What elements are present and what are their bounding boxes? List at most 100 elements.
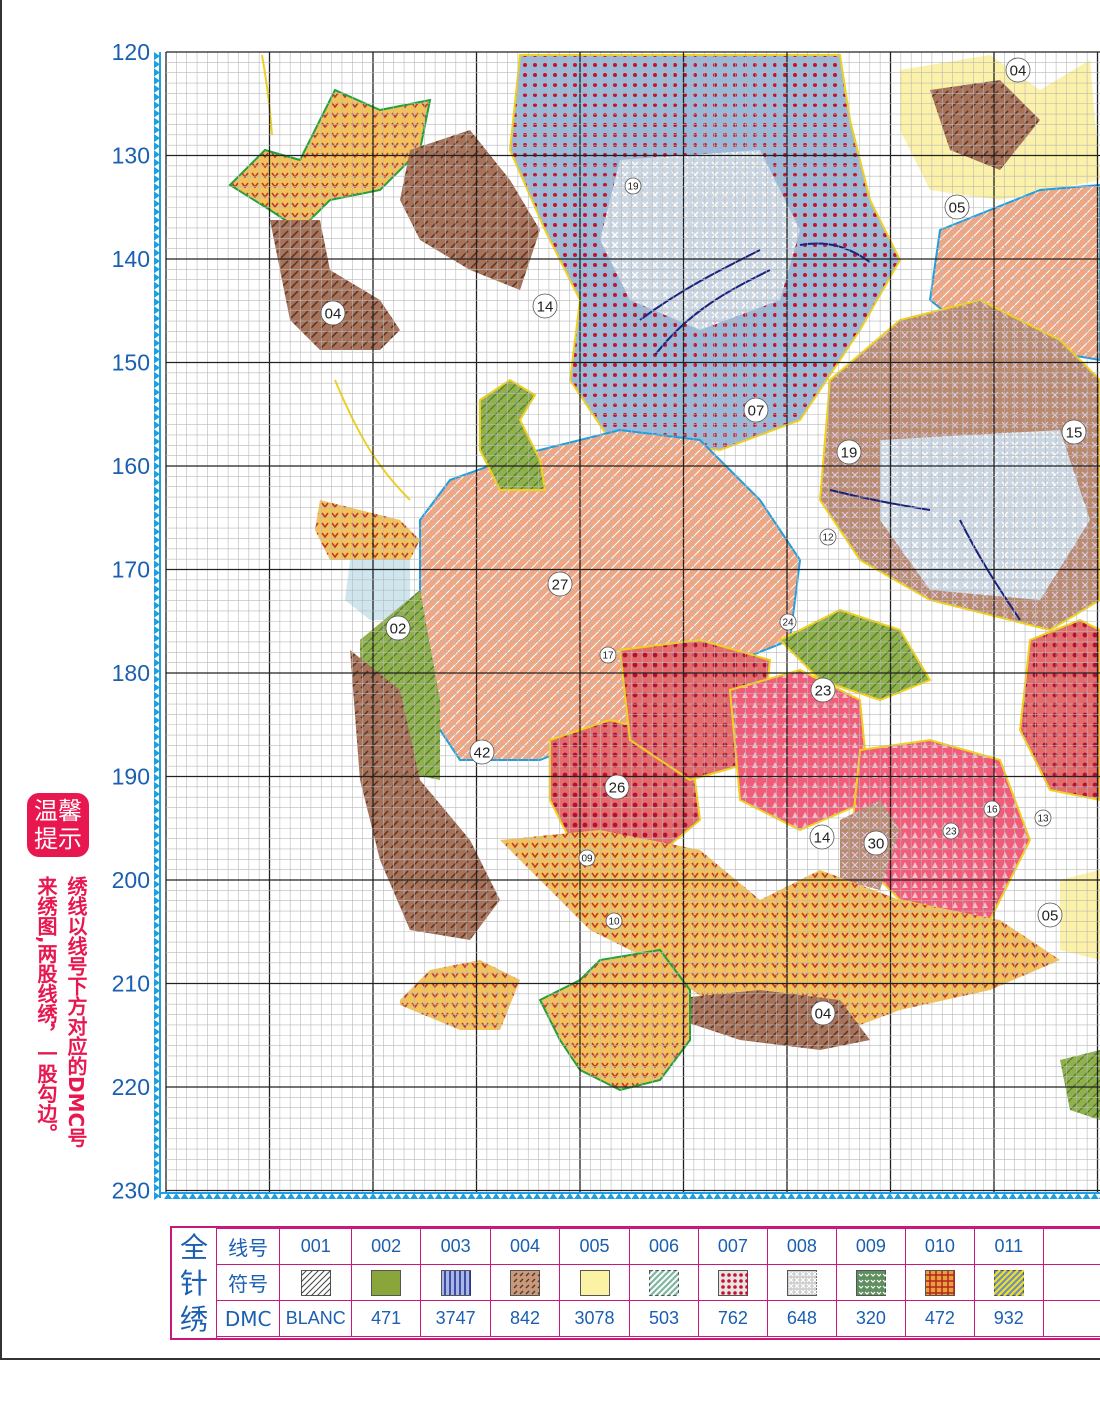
dmc-code: 3747 <box>420 1300 492 1337</box>
thread-number: 009 <box>835 1228 906 1265</box>
thread-symbol <box>420 1264 492 1301</box>
region-number: 05 <box>949 200 966 217</box>
thread-symbol <box>279 1264 353 1301</box>
row-axis-label: 190 <box>112 764 150 790</box>
yellow-hatch-icon <box>993 1269 1024 1296</box>
row-axis-label: 150 <box>112 350 150 376</box>
tip-line-1: 绣线以线号下方对应的DMC号 <box>64 876 88 1148</box>
green-hatch-icon <box>648 1269 679 1296</box>
row-axis-label: 220 <box>112 1074 150 1100</box>
region-number: 24 <box>782 618 794 629</box>
region-number: 42 <box>474 745 491 762</box>
red-dots-icon <box>717 1269 748 1296</box>
dmc-code: 3078 <box>559 1300 630 1337</box>
row-head-symbol: 符号 <box>215 1264 281 1301</box>
yellow-curve-top <box>261 54 273 136</box>
tip-badge: 温馨提示 <box>27 793 89 857</box>
region-number: 13 <box>1037 814 1049 825</box>
region-number: 16 <box>986 805 998 816</box>
dmc-code: 471 <box>351 1300 422 1337</box>
thread-symbol <box>490 1264 561 1301</box>
leaf-bottom-right <box>1060 1050 1100 1120</box>
region-number: 26 <box>609 780 626 797</box>
thread-number: 006 <box>628 1228 699 1265</box>
tip-line-2: 来绣图,两股线绣，一股勾边。 <box>34 876 58 1144</box>
thread-number: 003 <box>420 1228 492 1265</box>
symbol-cut <box>1042 1264 1100 1301</box>
thread-symbol <box>559 1264 630 1301</box>
thread-number: 008 <box>766 1228 837 1265</box>
legend-table: 线号 001 002 003 004 005 006 007 008 009 0… <box>215 1228 1100 1337</box>
dmc-code-cut <box>1042 1300 1100 1337</box>
branch-brown-left <box>270 220 400 350</box>
row-axis-labels: 120 130 140 150 160 170 180 190 200 210 220 230 <box>112 39 150 1204</box>
thread-number: 007 <box>697 1228 768 1265</box>
region-number: 09 <box>581 854 593 865</box>
legend-row-symbol: 符号 <box>215 1264 1100 1301</box>
chevron-pattern-icon <box>855 1269 886 1296</box>
region-number: 15 <box>1066 425 1083 442</box>
row-axis-label: 140 <box>112 246 150 272</box>
region-number: 04 <box>325 306 342 323</box>
thread-number: 001 <box>279 1228 353 1265</box>
thread-number: 005 <box>559 1228 630 1265</box>
thread-number: 010 <box>904 1228 975 1265</box>
row-head-dmc: DMC <box>215 1300 281 1337</box>
region-number: 04 <box>1010 63 1027 80</box>
dmc-code: 320 <box>835 1300 906 1337</box>
dmc-code: 472 <box>904 1300 975 1337</box>
thread-number: 004 <box>490 1228 561 1265</box>
solid-square-icon <box>579 1269 610 1296</box>
row-axis-label: 180 <box>112 660 150 686</box>
region-number: 30 <box>868 836 885 853</box>
region-number: 19 <box>627 182 639 193</box>
region-number: 17 <box>602 651 614 662</box>
region-number: 23 <box>945 827 957 838</box>
cross-pattern-icon <box>786 1269 817 1296</box>
region-number: 04 <box>815 1006 832 1023</box>
dmc-code: 762 <box>697 1300 768 1337</box>
thread-symbol <box>973 1264 1044 1301</box>
row-axis-label: 160 <box>112 453 150 479</box>
region-number: 23 <box>815 683 832 700</box>
row-axis-label: 210 <box>112 971 150 997</box>
pattern-fill-layer <box>228 54 1100 1120</box>
solid-square-icon <box>371 1269 402 1296</box>
dmc-code: 648 <box>766 1300 837 1337</box>
region-number: 02 <box>390 621 407 638</box>
region-number: 12 <box>822 533 834 544</box>
page-frame-bottom <box>0 1358 1100 1360</box>
thread-symbol <box>697 1264 768 1301</box>
plus-grid-icon <box>924 1269 955 1296</box>
cross-stitch-pattern-grid: 120 130 140 150 160 170 180 190 200 210 220 230 04 0… <box>112 39 1100 1204</box>
region-number: 07 <box>748 403 765 420</box>
vertical-stripe-icon <box>440 1269 471 1296</box>
region-number: 14 <box>537 299 554 316</box>
brown-dots-icon <box>510 1269 541 1296</box>
diagonal-hatch-icon <box>300 1269 331 1296</box>
row-head-number: 线号 <box>215 1228 281 1265</box>
leaf-top-left <box>228 88 432 232</box>
thread-number-cut <box>1042 1228 1100 1265</box>
cream-bottom-right <box>1060 870 1100 960</box>
region-number: 10 <box>608 917 620 928</box>
leaf-bottom-small <box>400 960 520 1030</box>
row-axis-label: 230 <box>112 1178 150 1204</box>
row-axis-label: 200 <box>112 867 150 893</box>
thread-number: 002 <box>351 1228 422 1265</box>
region-number: 05 <box>1042 908 1059 925</box>
thread-symbol <box>351 1264 422 1301</box>
thread-symbol <box>835 1264 906 1301</box>
region-number: 14 <box>814 830 831 847</box>
berry-far-right <box>1018 618 1100 802</box>
thread-symbol <box>628 1264 699 1301</box>
dmc-code: BLANC <box>279 1300 353 1337</box>
row-axis-label: 120 <box>112 39 150 65</box>
leaf-bottom-left <box>538 948 691 1092</box>
legend-row-dmc: DMC BLANC 471 3747 842 3078 503 762 648 … <box>215 1300 1100 1337</box>
region-number: 19 <box>841 445 858 462</box>
dmc-code: 932 <box>973 1300 1044 1337</box>
region-number: 27 <box>552 577 569 594</box>
legend-title: 全针绣 <box>172 1228 217 1340</box>
row-axis-label: 170 <box>112 557 150 583</box>
